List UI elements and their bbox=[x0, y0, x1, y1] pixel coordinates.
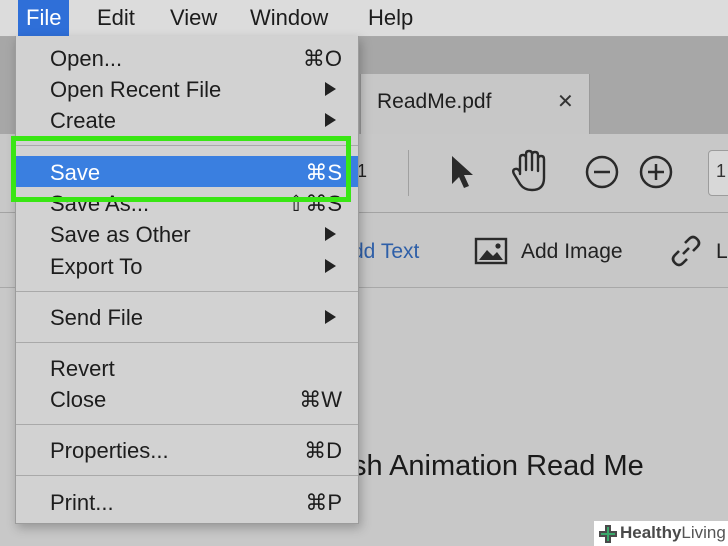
menu-item-label: Create bbox=[50, 108, 117, 133]
add-text-button[interactable]: dd Text bbox=[352, 240, 419, 264]
submenu-arrow-icon bbox=[325, 259, 336, 273]
watermark-brand-light: Living bbox=[681, 523, 726, 542]
document-tab-title: ReadMe.pdf bbox=[377, 90, 492, 113]
menu-item-send-file[interactable]: Send File bbox=[16, 301, 358, 332]
menu-item-shortcut: ⌘D bbox=[304, 438, 342, 463]
menu-separator bbox=[16, 475, 358, 476]
watermark-text: HealthyLiving bbox=[620, 523, 726, 543]
menu-item-label: Print... bbox=[50, 490, 114, 515]
submenu-arrow-icon bbox=[325, 113, 336, 127]
health-cross-icon bbox=[599, 525, 617, 543]
submenu-arrow-icon bbox=[325, 227, 336, 241]
toolbar-divider bbox=[408, 150, 409, 196]
menu-item-open[interactable]: Open... ⌘O bbox=[16, 42, 358, 73]
link-button-label[interactable]: L bbox=[716, 240, 728, 264]
image-icon[interactable] bbox=[474, 237, 508, 265]
menu-item-label: Open Recent File bbox=[50, 77, 222, 102]
menu-item-shortcut: ⌘W bbox=[299, 387, 342, 412]
menu-item-label: Export To bbox=[50, 254, 143, 279]
submenu-arrow-icon bbox=[325, 82, 336, 96]
menu-view[interactable]: View bbox=[170, 0, 217, 36]
menu-edit[interactable]: Edit bbox=[97, 0, 135, 36]
menu-item-label: Open... bbox=[50, 46, 123, 71]
menu-file[interactable]: File bbox=[18, 0, 70, 36]
menu-bar: File Edit View Window Help bbox=[0, 0, 728, 37]
menu-item-label: Close bbox=[50, 387, 107, 412]
link-icon[interactable] bbox=[668, 233, 704, 269]
menu-item-close[interactable]: Close ⌘W bbox=[16, 383, 358, 414]
menu-item-shortcut: ⌘O bbox=[302, 46, 342, 71]
file-menu: Open... ⌘O Open Recent File Create Save … bbox=[15, 36, 359, 524]
document-heading: sh Animation Read Me bbox=[352, 450, 644, 482]
zoom-in-icon[interactable] bbox=[638, 154, 674, 190]
select-arrow-icon[interactable] bbox=[448, 154, 476, 190]
close-tab-icon[interactable]: ✕ bbox=[557, 89, 574, 114]
document-tab[interactable]: ReadMe.pdf ✕ bbox=[360, 74, 590, 136]
menu-separator bbox=[16, 342, 358, 343]
menu-item-label: Send File bbox=[50, 305, 143, 330]
hand-tool-icon[interactable] bbox=[510, 148, 552, 194]
menu-item-revert[interactable]: Revert bbox=[16, 352, 358, 383]
menu-separator bbox=[16, 424, 358, 425]
zoom-out-icon[interactable] bbox=[584, 154, 620, 190]
menu-item-label: Revert bbox=[50, 356, 115, 381]
submenu-arrow-icon bbox=[325, 310, 336, 324]
page-number-field[interactable]: 1 bbox=[708, 150, 728, 196]
add-image-button[interactable]: Add Image bbox=[521, 240, 623, 264]
menu-item-open-recent[interactable]: Open Recent File bbox=[16, 73, 358, 104]
menu-item-label: Properties... bbox=[50, 438, 169, 463]
menu-help[interactable]: Help bbox=[368, 0, 413, 36]
menu-item-export-to[interactable]: Export To bbox=[16, 250, 358, 281]
menu-item-properties[interactable]: Properties... ⌘D bbox=[16, 434, 358, 465]
menu-item-create[interactable]: Create bbox=[16, 104, 358, 135]
watermark-brand: Healthy bbox=[620, 523, 682, 542]
menu-item-print[interactable]: Print... ⌘P bbox=[16, 486, 358, 517]
watermark: HealthyLiving bbox=[594, 521, 728, 546]
menu-separator bbox=[16, 291, 358, 292]
menu-item-label: Save as Other bbox=[50, 222, 191, 247]
menu-window[interactable]: Window bbox=[250, 0, 328, 36]
menu-item-shortcut: ⌘P bbox=[305, 490, 342, 515]
menu-item-save-as-other[interactable]: Save as Other bbox=[16, 218, 358, 249]
save-highlight-callout bbox=[11, 136, 351, 202]
page-number-value: 1 bbox=[716, 161, 727, 181]
